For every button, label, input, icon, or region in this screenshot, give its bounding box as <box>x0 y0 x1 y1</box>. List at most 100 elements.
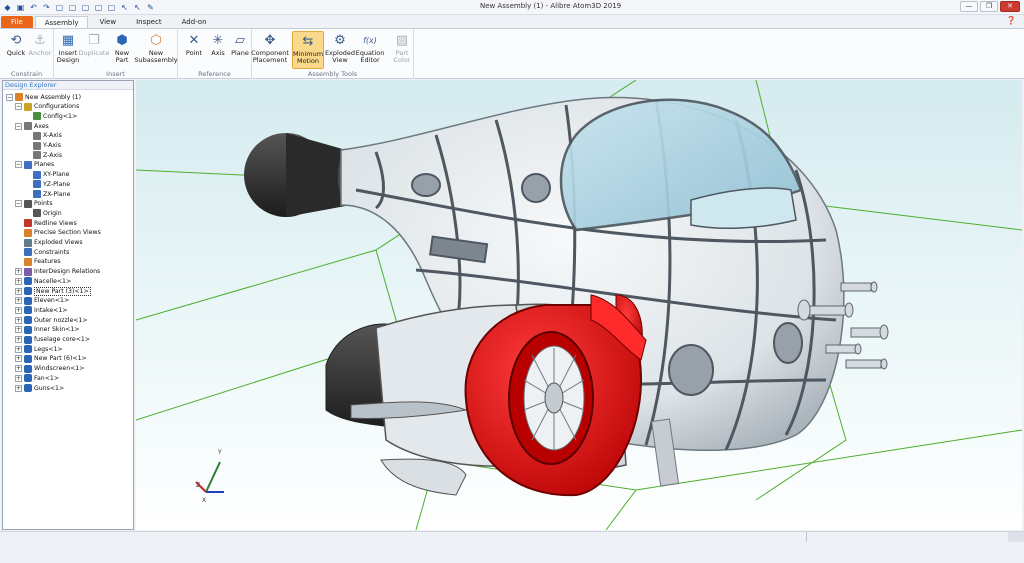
collapse-icon[interactable]: − <box>15 122 22 130</box>
equation-editor-button[interactable]: f(x) Equation Editor <box>354 31 386 69</box>
tree-item[interactable]: Origin <box>24 208 62 218</box>
collapse-icon[interactable]: − <box>15 161 22 169</box>
collapse-icon[interactable]: − <box>15 200 22 208</box>
help-icon[interactable]: ❓ <box>1006 16 1016 25</box>
component-placement-button[interactable]: ✥ Component Placement <box>251 31 289 69</box>
expand-icon[interactable]: + <box>15 326 22 334</box>
insert-design-button[interactable]: ▦ Insert Design <box>56 31 80 69</box>
tab-assembly[interactable]: Assembly <box>34 16 89 28</box>
tree-item[interactable]: − New Assembly (1) <box>6 92 81 102</box>
expand-icon[interactable]: + <box>15 336 22 343</box>
close-button[interactable]: ✕ <box>1000 1 1020 12</box>
point-button[interactable]: ✕ Point <box>182 31 206 69</box>
ribbon: ⟲ Quick ⚓ Anchor Constrain ▦ Insert Design ❐ Dupl… <box>0 28 1024 79</box>
part-icon <box>24 384 32 392</box>
tree-item[interactable]: + InterDesign Relations <box>15 267 100 277</box>
expand-icon[interactable]: + <box>15 384 22 392</box>
collapse-icon[interactable]: − <box>15 103 22 111</box>
tree-item[interactable]: + Inner Skin<1> <box>15 325 79 335</box>
tree-item[interactable]: + Intake<1> <box>15 305 67 315</box>
tree-item[interactable]: Features <box>15 257 61 267</box>
minimum-motion-button[interactable]: ⇆ Minimum Motion <box>292 31 324 69</box>
tree-item-label: New Part (3)<1> <box>34 286 91 296</box>
tab-add-on[interactable]: Add-on <box>173 16 216 28</box>
expand-icon[interactable]: + <box>15 365 22 373</box>
view-front-icon[interactable]: ▢ <box>67 2 78 13</box>
tree-item[interactable]: Y-Axis <box>24 141 61 151</box>
tree-item[interactable]: + fuselage core<1> <box>15 335 90 345</box>
tree-item[interactable]: ZX-Plane <box>24 189 70 199</box>
tree-item[interactable]: Config<1> <box>24 111 77 121</box>
exploded-view-label-line: View <box>332 56 348 64</box>
expand-icon[interactable]: + <box>15 345 22 353</box>
tree-item[interactable]: + Windscreen<1> <box>15 364 84 374</box>
collapse-icon[interactable]: − <box>6 93 13 101</box>
tree-item[interactable]: Constraints <box>15 247 69 257</box>
plane-button[interactable]: ▱ Plane <box>228 31 252 69</box>
view-cube-icon[interactable]: ▢ <box>54 2 65 13</box>
exploded-icon <box>24 238 32 247</box>
tree-item[interactable]: − Axes <box>15 121 49 131</box>
anchor-button[interactable]: ⚓ Anchor <box>28 31 52 69</box>
app-menu-icon[interactable]: ◆ <box>2 2 13 13</box>
view-top-icon[interactable]: ▢ <box>80 2 91 13</box>
axis-button[interactable]: ✳ Axis <box>206 31 230 69</box>
sketch-icon[interactable]: ✎ <box>145 2 156 13</box>
tree-item-label: Intake<1> <box>34 306 68 314</box>
model-canvas[interactable]: Y Z X <box>136 80 1022 530</box>
select-icon[interactable]: ↖ <box>119 2 130 13</box>
undo-icon[interactable]: ↶ <box>28 2 39 13</box>
expand-icon[interactable]: + <box>15 287 22 295</box>
resize-grip[interactable] <box>1008 532 1024 542</box>
expand-icon[interactable]: + <box>15 277 22 285</box>
tree-item[interactable]: Exploded Views <box>15 238 83 248</box>
expand-icon[interactable]: + <box>15 355 22 363</box>
redo-icon[interactable]: ↷ <box>41 2 52 13</box>
tree-item[interactable]: + Fan<1> <box>15 373 59 383</box>
expand-icon[interactable]: + <box>15 268 22 276</box>
new-part-label-line: Part <box>115 56 129 64</box>
new-part-button[interactable]: ⬢ New Part <box>110 31 134 69</box>
tree-item[interactable]: + Guns<1> <box>15 383 64 393</box>
tree-item[interactable]: XY-Plane <box>24 170 70 180</box>
tree-item[interactable]: Redline Views <box>15 218 77 228</box>
tree-item[interactable]: Precise Section Views <box>15 228 101 238</box>
origin-icon <box>33 209 41 218</box>
expand-icon[interactable]: + <box>15 306 22 314</box>
tree-item-label: Exploded Views <box>34 239 83 246</box>
3d-viewport[interactable]: Y Z X <box>136 80 1022 530</box>
tab-inspect[interactable]: Inspect <box>127 16 171 28</box>
tree-item[interactable]: Z-Axis <box>24 150 62 160</box>
tab-view[interactable]: View <box>90 16 125 28</box>
tree-item-label: Axes <box>34 122 49 130</box>
save-icon[interactable]: ▣ <box>15 2 26 13</box>
tree-item[interactable]: − Configurations <box>15 102 79 112</box>
tree-item[interactable]: YZ-Plane <box>24 179 70 189</box>
exploded-view-button[interactable]: ⚙ Exploded View <box>324 31 356 69</box>
minimize-button[interactable]: — <box>960 1 978 12</box>
tree-item[interactable]: + Eleven<1> <box>15 296 69 306</box>
ribbon-tab-bar: File Assembly View Inspect Add-on <box>0 15 1024 28</box>
ribbon-group-title: Assembly Tools <box>307 70 358 78</box>
quick-button[interactable]: ⟲ Quick <box>4 31 28 69</box>
tree-item[interactable]: − Planes <box>15 160 54 170</box>
tree-item[interactable]: − Points <box>15 199 53 209</box>
part-color-button[interactable]: ▨ Part Color <box>386 31 418 69</box>
tree-item[interactable]: + Legs<1> <box>15 344 63 354</box>
tree-item[interactable]: + New Part (3)<1> <box>15 286 91 296</box>
expand-icon[interactable]: + <box>15 297 22 305</box>
tree-item[interactable]: + Outer nozzle<1> <box>15 315 88 325</box>
window-controls: — ❐ ✕ <box>960 1 1020 12</box>
tree-item[interactable]: X-Axis <box>24 131 62 141</box>
select-faces-icon[interactable]: ↖ <box>132 2 143 13</box>
view-iso-icon[interactable]: ▢ <box>106 2 117 13</box>
expand-icon[interactable]: + <box>15 316 22 324</box>
view-right-icon[interactable]: ▢ <box>93 2 104 13</box>
tab-file[interactable]: File <box>1 16 33 28</box>
tree-item[interactable]: + New Part (6)<1> <box>15 354 87 364</box>
tree-item[interactable]: + Nacelle<1> <box>15 276 71 286</box>
duplicate-button[interactable]: ❐ Duplicate <box>79 31 110 69</box>
expand-icon[interactable]: + <box>15 374 22 382</box>
new-subassembly-button[interactable]: ⬡ New Subassembly <box>134 31 177 69</box>
restore-button[interactable]: ❐ <box>980 1 998 12</box>
